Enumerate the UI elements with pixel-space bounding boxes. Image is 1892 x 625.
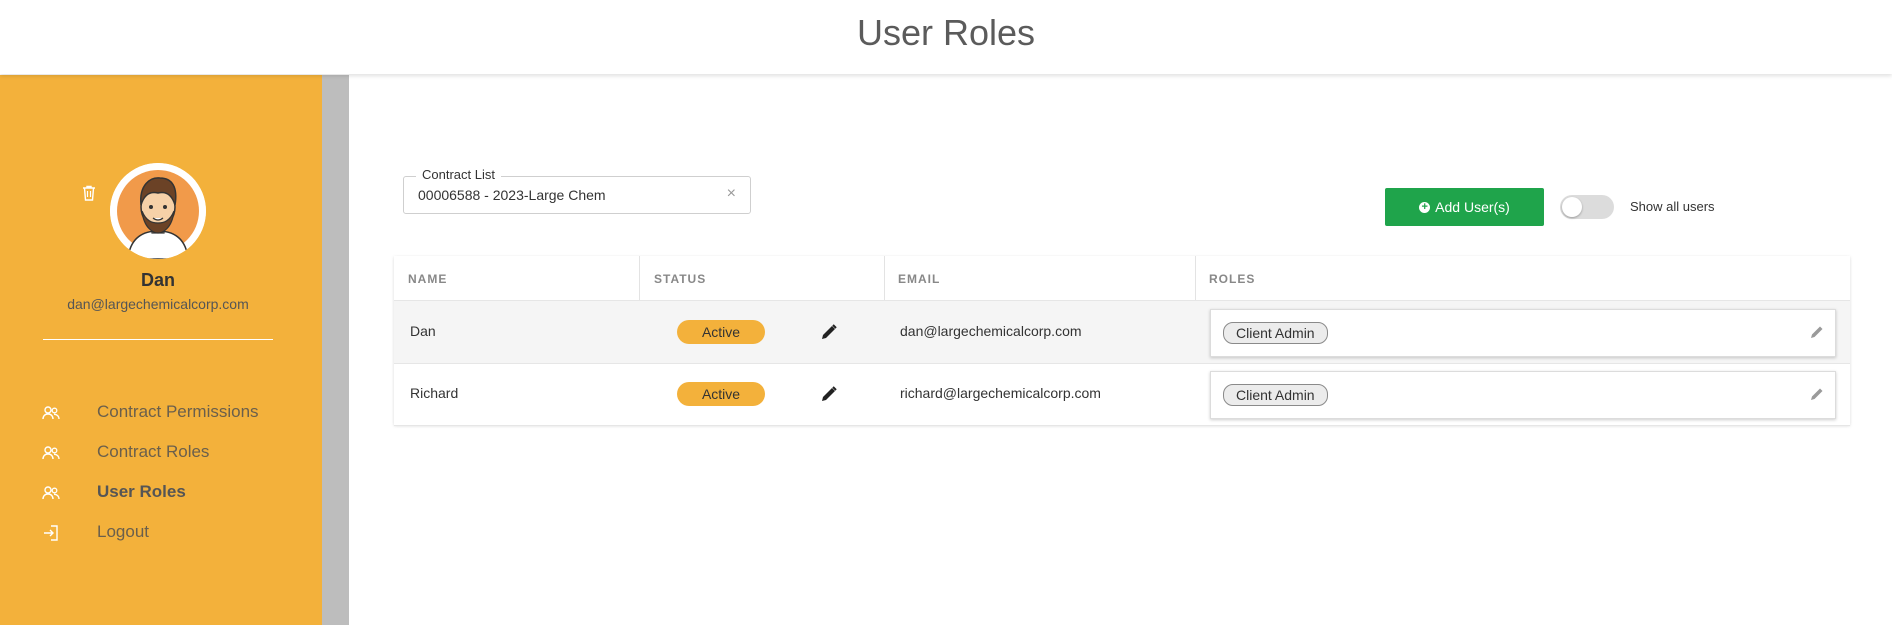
table-row: Richard Active richard@largechemicalcorp…: [394, 363, 1850, 426]
edit-icon[interactable]: [1809, 324, 1825, 340]
column-header-roles[interactable]: ROLES: [1209, 272, 1255, 286]
sidebar-divider: [322, 75, 349, 625]
edit-icon[interactable]: [820, 323, 838, 341]
table-header: NAME STATUS EMAIL ROLES: [394, 256, 1850, 301]
sidebar-item-contract-permissions[interactable]: Contract Permissions: [42, 400, 302, 426]
roles-field[interactable]: Client Admin: [1210, 371, 1836, 419]
role-chip: Client Admin: [1223, 384, 1328, 406]
users-icon: [42, 486, 60, 500]
sidebar-item-label: Contract Roles: [97, 442, 210, 461]
user-name: Dan: [140, 270, 175, 290]
edit-icon[interactable]: [1809, 386, 1825, 402]
user-email: dan@largechemicalcorp.com: [67, 296, 249, 312]
contract-list-label: Contract List: [416, 167, 501, 182]
role-chip: Client Admin: [1223, 322, 1328, 344]
sidebar-item-user-roles[interactable]: User Roles: [42, 480, 302, 506]
column-header-name[interactable]: NAME: [408, 272, 447, 286]
edit-icon[interactable]: [820, 385, 838, 403]
avatar-icon: [110, 163, 206, 259]
logout-icon: [44, 525, 58, 541]
page-title: User Roles: [856, 12, 1036, 53]
status-badge: Active: [677, 320, 765, 344]
status-badge: Active: [677, 382, 765, 406]
show-all-users-toggle[interactable]: [1560, 195, 1614, 219]
email-cell: dan@largechemicalcorp.com: [900, 323, 1082, 339]
column-header-email[interactable]: EMAIL: [898, 272, 940, 286]
column-separator: [639, 256, 640, 300]
sidebar-item-logout[interactable]: Logout: [42, 520, 302, 546]
clear-icon[interactable]: ×: [727, 185, 736, 203]
show-all-users-label: Show all users: [1630, 199, 1715, 214]
column-separator: [1195, 256, 1196, 300]
top-bar: User Roles: [0, 0, 1892, 74]
users-icon: [42, 406, 60, 420]
avatar[interactable]: [110, 163, 206, 259]
add-users-label: Add User(s): [1435, 199, 1510, 215]
contract-list-value: 00006588 - 2023-Large Chem: [418, 187, 606, 203]
plus-circle-icon: +: [1419, 201, 1431, 213]
sidebar-item-label: User Roles: [97, 482, 186, 501]
column-separator: [884, 256, 885, 300]
sidebar-item-label: Logout: [97, 522, 149, 541]
toggle-knob: [1562, 197, 1582, 217]
user-name-cell: Richard: [410, 385, 459, 401]
user-name-cell: Dan: [410, 323, 436, 339]
user-roles-table: NAME STATUS EMAIL ROLES Dan Active dan@l…: [394, 256, 1850, 426]
column-header-status[interactable]: STATUS: [654, 272, 706, 286]
table-row: Dan Active dan@largechemicalcorp.com Cli…: [394, 301, 1850, 364]
add-users-button[interactable]: + Add User(s): [1385, 188, 1544, 226]
sidebar-item-label: Contract Permissions: [97, 402, 259, 421]
email-cell: richard@largechemicalcorp.com: [900, 385, 1101, 401]
trash-icon[interactable]: [82, 185, 96, 201]
users-icon: [42, 446, 60, 460]
roles-field[interactable]: Client Admin: [1210, 309, 1836, 357]
sidebar-item-contract-roles[interactable]: Contract Roles: [42, 440, 302, 466]
sidebar-separator: [43, 339, 273, 340]
